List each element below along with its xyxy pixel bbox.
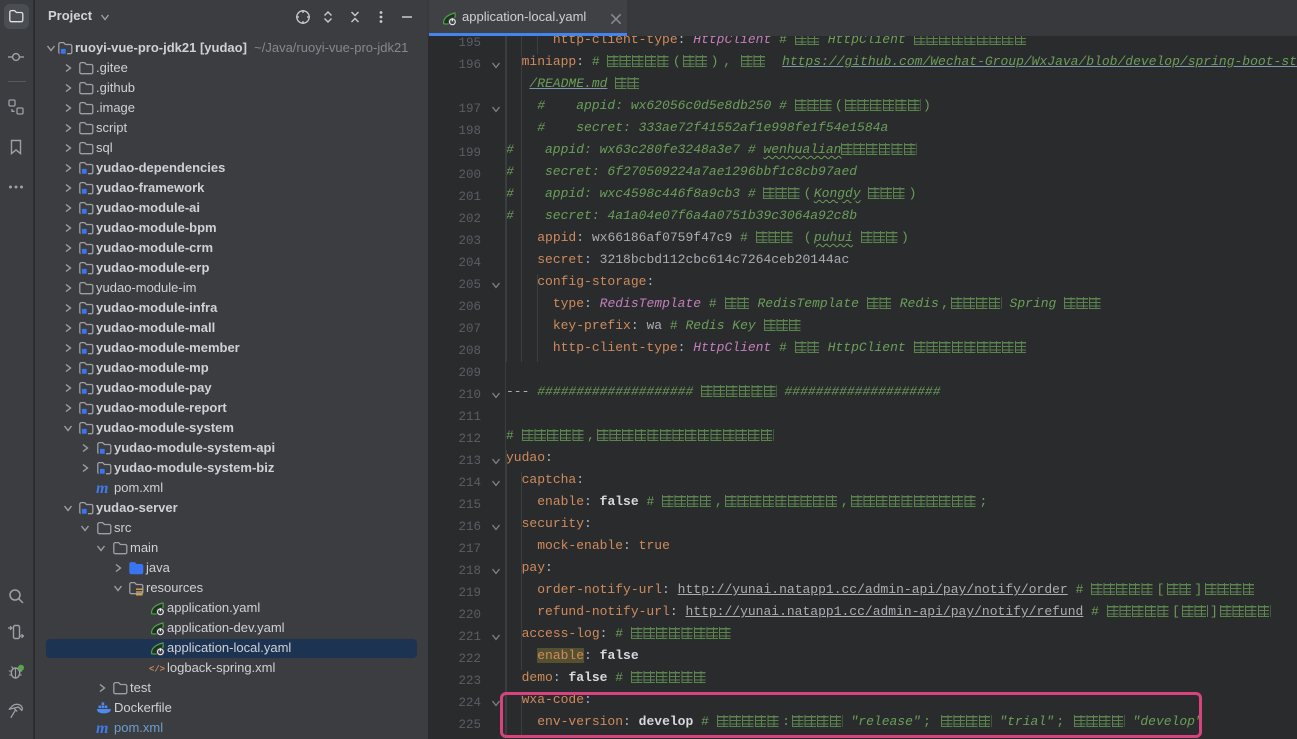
svg-text:m: m [96,720,108,736]
svg-text:m: m [96,480,108,496]
svg-text:</>: </> [149,665,165,675]
